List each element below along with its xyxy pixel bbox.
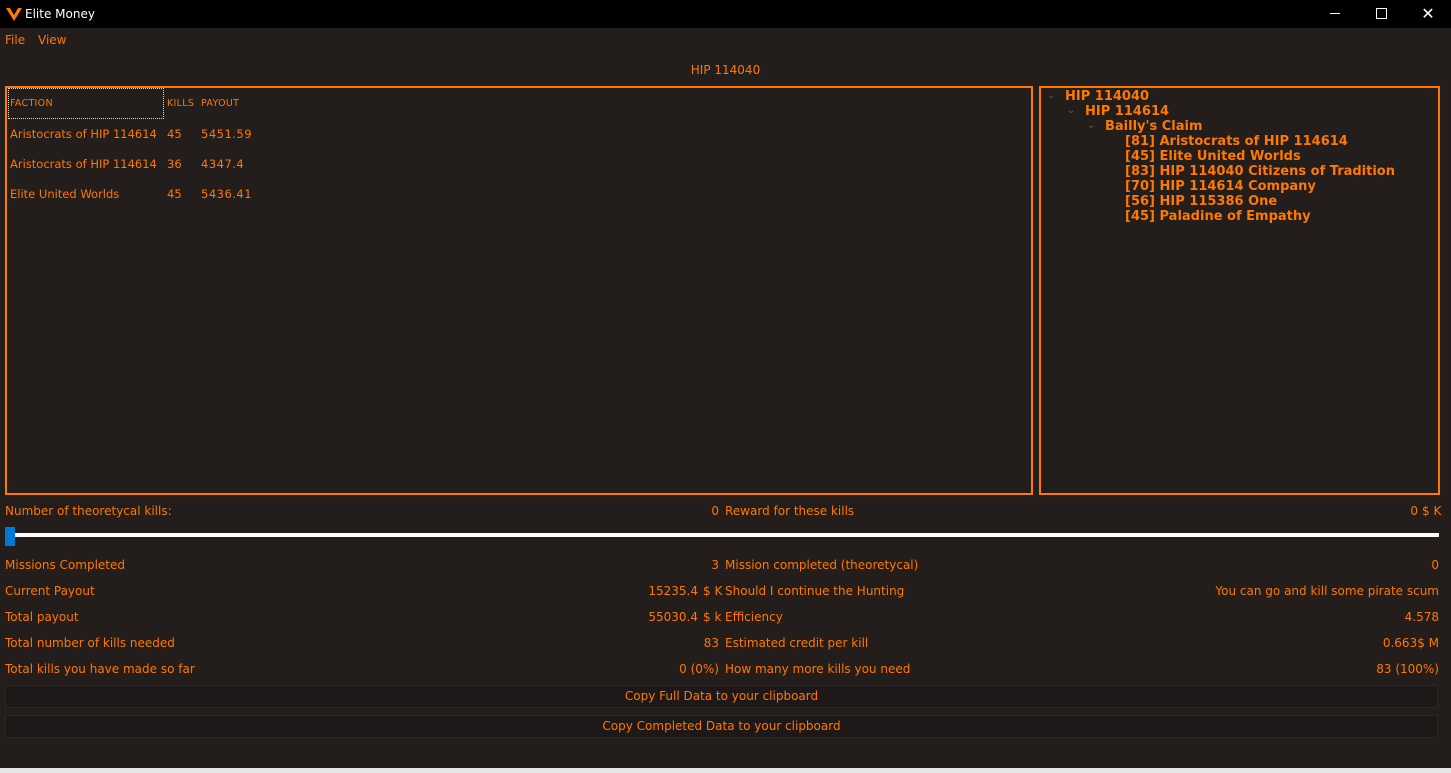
stat-unit: $ k (703, 610, 722, 624)
maximize-icon (1376, 8, 1387, 19)
cell-payout: 5436.41 (201, 187, 253, 201)
minimize-icon (1330, 13, 1340, 14)
stat-label: Current Payout (5, 584, 95, 598)
system-heading: HIP 114040 (690, 63, 761, 77)
stat-value: 0 (0%) (679, 662, 719, 676)
kills-slider-thumb[interactable] (5, 527, 15, 546)
menu-file[interactable]: File (5, 32, 25, 48)
stat-unit: $ K (703, 584, 723, 598)
stat-label: Estimated credit per kill (725, 636, 869, 650)
stat-value: 3 (711, 558, 719, 572)
faction-table[interactable]: FACTION KILLS PAYOUT Aristocrats of HIP … (5, 86, 1033, 495)
cell-payout: 4347.4 (201, 157, 245, 171)
title-bar[interactable]: Elite Money ✕ (0, 0, 1451, 28)
maximize-button[interactable] (1359, 0, 1405, 28)
menu-bar: File View (0, 28, 1451, 52)
copy-completed-data-button[interactable]: Copy Completed Data to your clipboard (5, 715, 1438, 738)
tree-node-faction[interactable]: [83] HIP 114040 Citizens of Tradition (1125, 164, 1395, 179)
stat-value: You can go and kill some pirate scum (1215, 584, 1439, 598)
stat-label: Efficiency (725, 610, 783, 624)
cell-kills: 45 (167, 187, 182, 201)
theoretical-kills-value: 0 (711, 504, 719, 518)
stat-label: Mission completed (theoretycal) (725, 558, 919, 572)
close-button[interactable]: ✕ (1405, 0, 1451, 28)
table-row[interactable]: Elite United Worlds 45 5436.41 (7, 187, 1031, 201)
column-header-payout[interactable]: PAYOUT (201, 98, 239, 110)
tree-node-faction[interactable]: [56] HIP 115386 One (1125, 194, 1277, 209)
stat-value: 4.578 (1404, 610, 1439, 624)
theoretical-kills-label: Number of theoretycal kills: (5, 504, 172, 518)
copy-full-data-button[interactable]: Copy Full Data to your clipboard (5, 685, 1438, 708)
stat-label: How many more kills you need (725, 662, 911, 676)
chevron-down-icon[interactable]: ⌄ (1087, 120, 1095, 131)
table-row[interactable]: Aristocrats of HIP 114614 45 5451.59 (7, 127, 1031, 141)
table-row[interactable]: Aristocrats of HIP 114614 36 4347.4 (7, 157, 1031, 171)
cell-kills: 36 (167, 157, 182, 171)
stat-value: 55030.4 (648, 610, 698, 624)
taskbar-edge (0, 768, 1451, 773)
kills-slider-track[interactable] (13, 533, 1439, 537)
elite-logo-icon (6, 8, 22, 21)
menu-view[interactable]: View (38, 32, 66, 48)
cell-faction: Aristocrats of HIP 114614 (10, 157, 157, 171)
chevron-down-icon[interactable]: ⌄ (1047, 90, 1055, 101)
tree-node-system[interactable]: HIP 114040 (1065, 89, 1149, 104)
close-icon: ✕ (1421, 4, 1435, 23)
stat-value: 15235.4 (648, 584, 698, 598)
reward-label: Reward for these kills (725, 504, 855, 518)
cell-payout: 5451.59 (201, 127, 253, 141)
system-tree[interactable]: ⌄ HIP 114040 ⌄ HIP 114614 ⌄ Bailly's Cla… (1039, 86, 1440, 495)
tree-node-station[interactable]: Bailly's Claim (1105, 119, 1203, 134)
stat-label: Should I continue the Hunting (725, 584, 905, 598)
stat-label: Missions Completed (5, 558, 125, 572)
column-header-faction[interactable]: FACTION (10, 98, 160, 110)
tree-node-faction[interactable]: [45] Elite United Worlds (1125, 149, 1301, 164)
stat-label: Total kills you have made so far (5, 662, 195, 676)
column-header-kills[interactable]: KILLS (167, 98, 194, 110)
chevron-down-icon[interactable]: ⌄ (1067, 105, 1075, 116)
stat-value: 0.663$ M (1382, 636, 1439, 650)
reward-value: 0 (1410, 504, 1418, 518)
stat-value: 83 (703, 636, 719, 650)
minimize-button[interactable] (1313, 0, 1359, 28)
stat-value: 0 (1431, 558, 1439, 572)
window-title: Elite Money (25, 7, 95, 21)
tree-node-system[interactable]: HIP 114614 (1085, 104, 1169, 119)
cell-kills: 45 (167, 127, 182, 141)
tree-node-faction[interactable]: [45] Paladine of Empathy (1125, 209, 1311, 224)
stat-label: Total number of kills needed (5, 636, 175, 650)
tree-node-faction[interactable]: [81] Aristocrats of HIP 114614 (1125, 134, 1348, 149)
stat-value: 83 (100%) (1376, 662, 1439, 676)
stat-label: Total payout (5, 610, 79, 624)
cell-faction: Elite United Worlds (10, 187, 120, 201)
reward-unit: $ K (1422, 504, 1442, 518)
tree-node-faction[interactable]: [70] HIP 114614 Company (1125, 179, 1316, 194)
cell-faction: Aristocrats of HIP 114614 (10, 127, 157, 141)
